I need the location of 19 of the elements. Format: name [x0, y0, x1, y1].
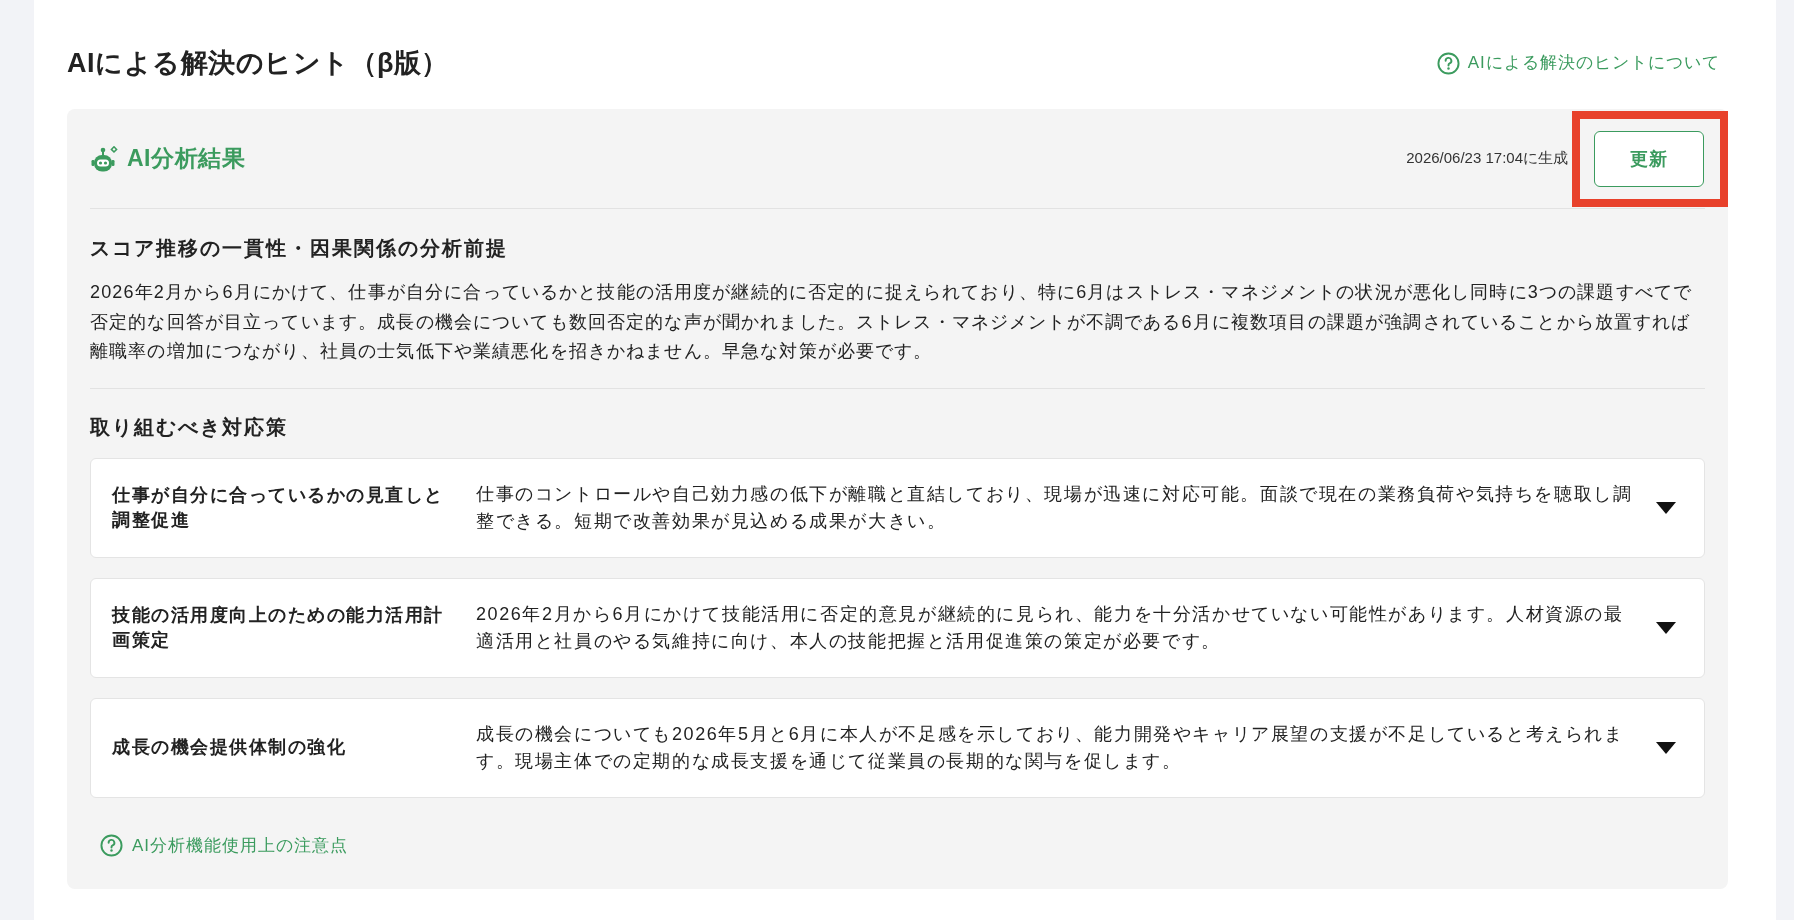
robot-icon — [91, 145, 118, 172]
premise-paragraph: 2026年2月から6月にかけて、仕事が自分に合っているかと技能の活用度が継続的に否定的に捉えられており、特に6月はストレス・マネジメントの状況が悪化し同時に3つの課題すべてで否定的な回答が目立っています。成長の機会についても数回否定的な声が聞かれました。ストレス・マネジメントが不調である6月に複数項目の課題が強調されていることから放置すれば離職率の増加につながり、社員の士気低下や業績悪化を招きかねません。早急な対策が必要です。 — [90, 281, 1694, 363]
action-title: 技能の活用度向上のための能力活用計画策定 — [112, 603, 445, 652]
section-heading: スコア推移の一貫性・因果関係の分析前提 — [90, 236, 509, 261]
help-link[interactable]: AIによる解決のヒントについて — [1436, 50, 1720, 76]
action-description: 仕事のコントロールや自己効力感の低下が離職と直結しており、現場が迅速に対応可能。面談で現在の業務負荷や気持ちを聴取し調整できる。短期で改善効果が見込める成果が大きい。 — [476, 482, 1634, 533]
action-title: 成長の機会提供体制の強化 — [112, 736, 347, 759]
accordion-item[interactable]: 成長の機会提供体制の強化 成長の機会についても2026年5月と6月に本人が不足感を示しており、能力開発やキャリア展望の支援が不足していると考えられます。現場主体での定期的な成長支援を通じて従業員の長期的な関与を促します。 — [90, 697, 1705, 798]
question-circle-icon — [1436, 51, 1460, 75]
action-title: 仕事が自分に合っているかの見直しと調整促進 — [112, 483, 445, 532]
action-description: 2026年2月から6月にかけて技能活用に否定的意見が継続的に見られ、能力を十分活かせていない可能性があります。人材資源の最適活用と社員のやる気維持に向け、本人の技能把握と活用促進策の策定が必要です。 — [476, 602, 1625, 653]
accordion-item[interactable]: 仕事が自分に合っているかの見直しと調整促進 仕事のコントロールや自己効力感の低下が離職と直結しており、現場が迅速に対応可能。面談で現在の業務負荷や気持ちを聴取し調整できる。短期で改善効果が見込める成果が大きい。 — [90, 457, 1705, 558]
action-description: 成長の機会についても2026年5月と6月に本人が不足感を示しており、能力開発やキャリア展望の支援が不足していると考えられます。現場主体での定期的な成長支援を通じて従業員の長期的な関与を促します。 — [476, 722, 1625, 773]
question-circle-icon — [100, 834, 123, 857]
accordion-item[interactable]: 技能の活用度向上のための能力活用計画策定 2026年2月から6月にかけて技能活用に否定的意見が継続的に見られ、能力を十分活かせていない可能性があります。人材資源の最適活用と社員のやる気維持に向け、本人の技能把握と活用促進策の策定が必要です。 — [90, 577, 1705, 678]
page-title: AIによる解決のヒント（β版） — [67, 47, 449, 80]
section-heading: 取り組むべき対応策 — [90, 414, 289, 440]
generated-timestamp: 2026/06/23 17:04に生成 — [1406, 149, 1568, 168]
panel-title: AI分析結果 — [127, 144, 245, 173]
